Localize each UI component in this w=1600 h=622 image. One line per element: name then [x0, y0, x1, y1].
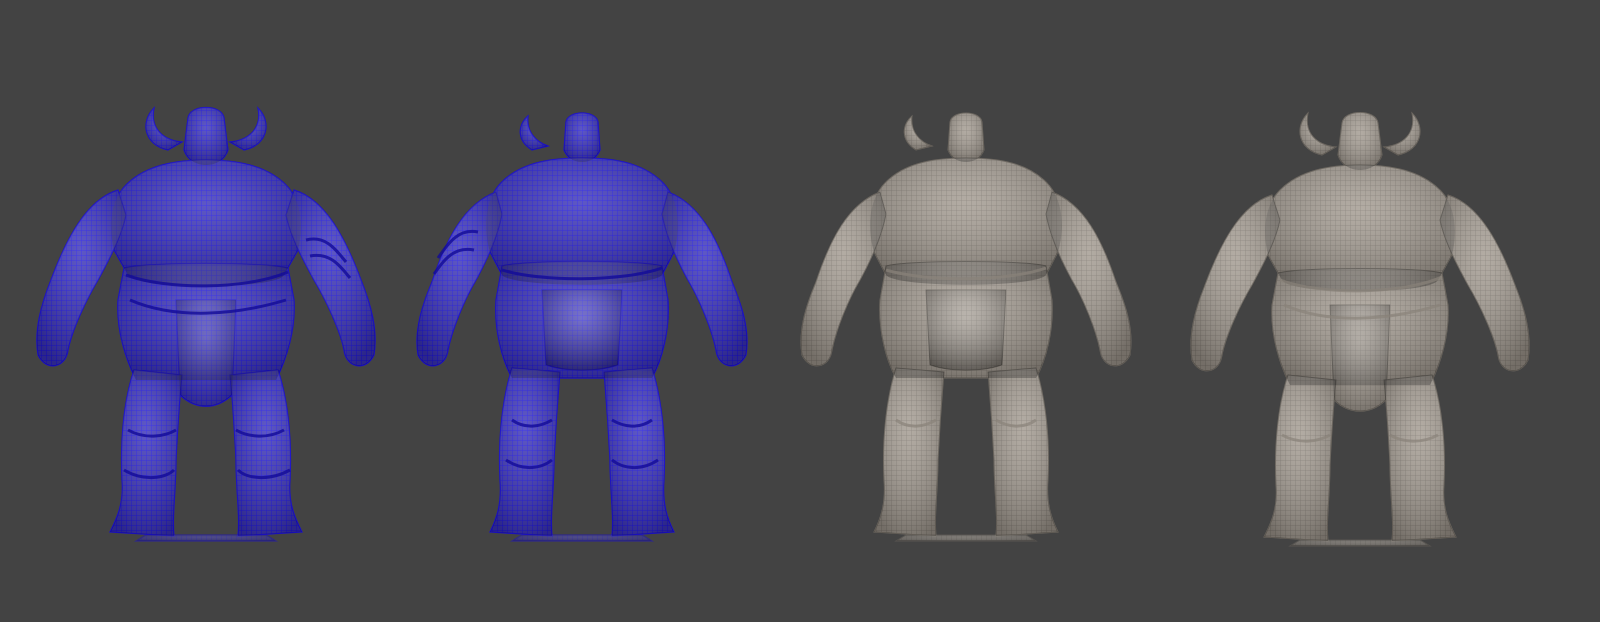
viewport-canvas	[36, 106, 1530, 547]
ogre-back-clay-model[interactable]	[800, 112, 1132, 542]
ogre-back-wireframe-model[interactable]	[416, 112, 748, 542]
ogre-front-wireframe-model[interactable]	[36, 106, 376, 542]
ogre-front-clay-model[interactable]	[1190, 112, 1530, 547]
3d-viewport[interactable]	[0, 0, 1600, 622]
